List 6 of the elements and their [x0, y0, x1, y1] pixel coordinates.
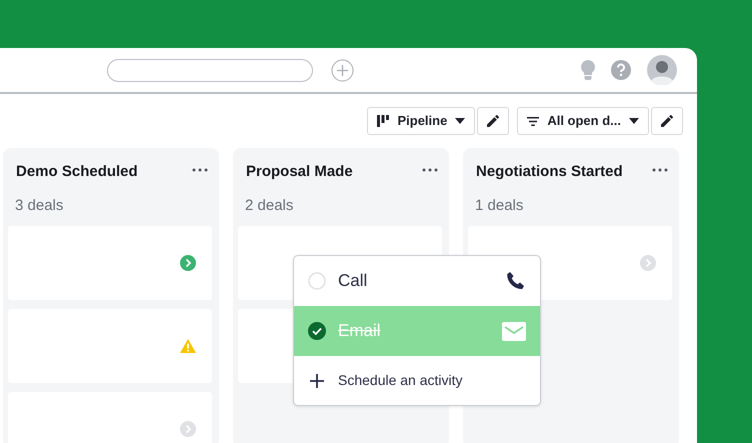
stage-title: Demo Scheduled [16, 162, 138, 182]
stage-title: Negotiations Started [476, 162, 623, 182]
deal-count: 2 deals [245, 196, 294, 216]
deal-count: 1 deals [475, 196, 524, 216]
stage-title: Proposal Made [246, 162, 353, 182]
deal-count: 3 deals [15, 196, 64, 216]
